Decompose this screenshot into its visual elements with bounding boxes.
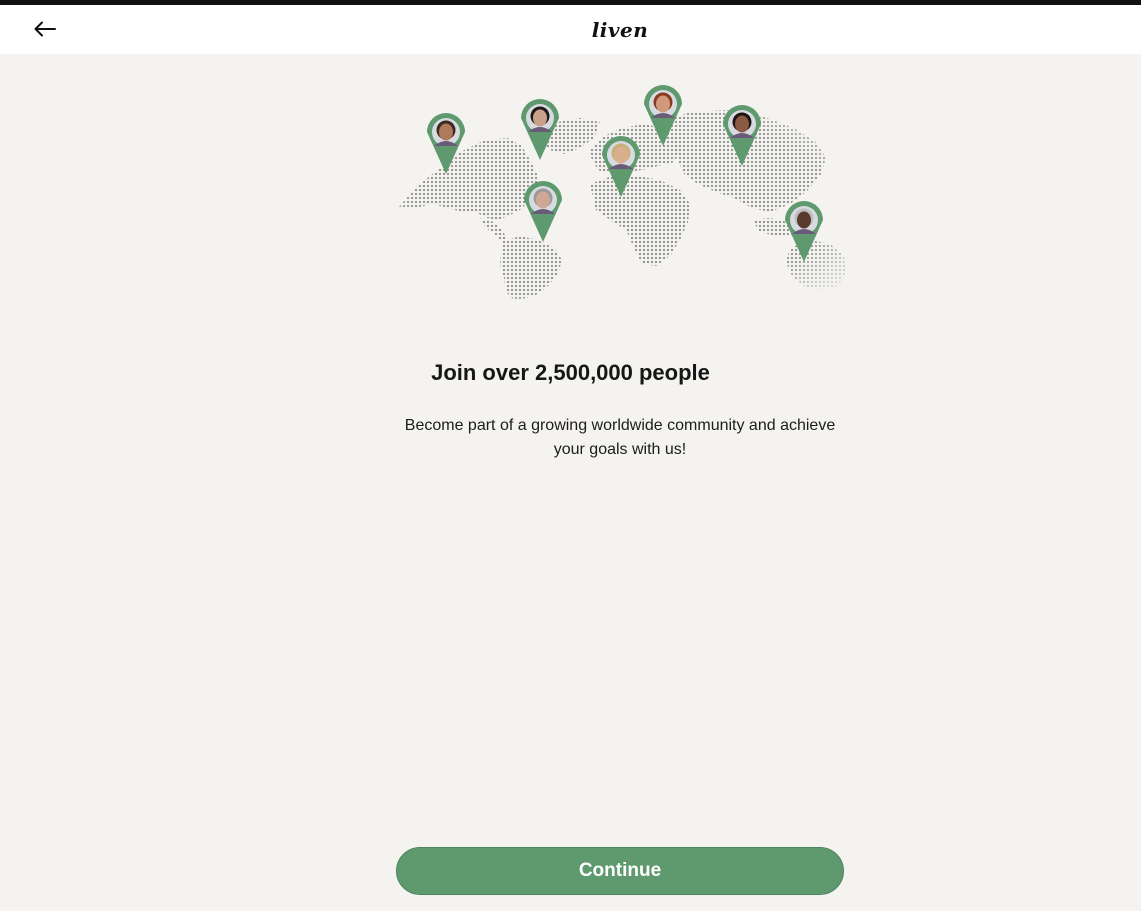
- continue-button[interactable]: Continue: [396, 847, 844, 895]
- back-button[interactable]: [30, 15, 60, 43]
- avatar-face: [533, 109, 547, 127]
- page-title: Join over 2,500,000 people: [431, 360, 710, 385]
- header: liven: [0, 5, 1141, 54]
- arrow-left-icon: [34, 21, 56, 37]
- avatar-face: [797, 211, 811, 229]
- page-subtitle: Become part of a growing worldwide commu…: [404, 417, 836, 458]
- continent-africa: [590, 176, 690, 266]
- avatar-face: [614, 146, 628, 164]
- dotted-world-map: [398, 85, 846, 300]
- continent-south-america: [500, 236, 562, 300]
- pin-south-america: [524, 180, 562, 242]
- avatar-face: [536, 191, 550, 209]
- continent-australia: [786, 240, 846, 290]
- continent-north-america: [398, 138, 538, 220]
- avatar-face: [735, 115, 749, 133]
- continent-central-america: [480, 218, 508, 242]
- avatar-face: [656, 95, 670, 113]
- world-map-illustration: [390, 80, 850, 305]
- liven-logo: liven: [591, 18, 649, 42]
- avatar-face: [439, 123, 453, 141]
